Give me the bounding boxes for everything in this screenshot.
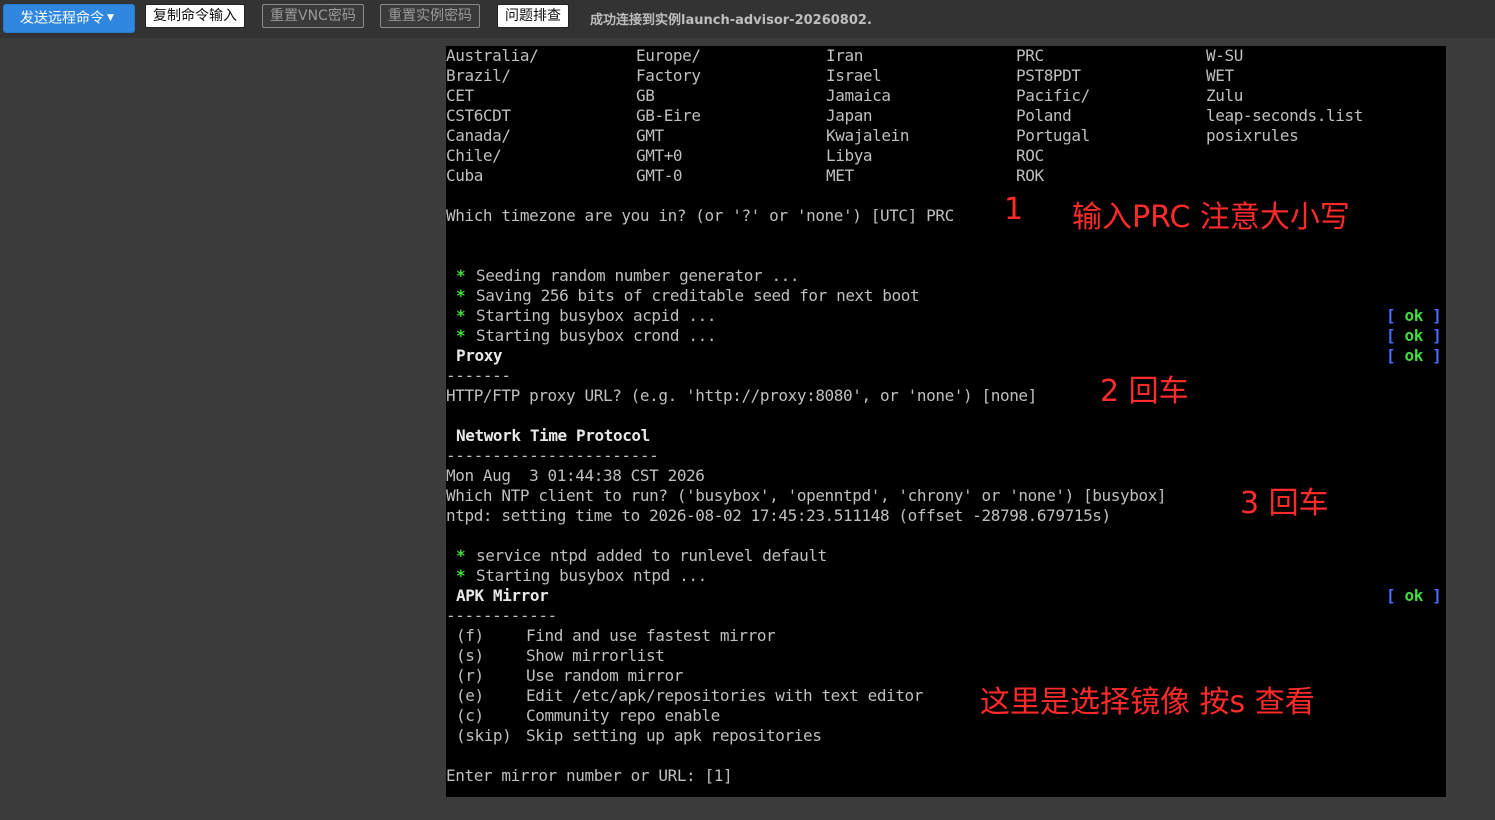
toolbar: 发送远程命令 ▼ 复制命令输入 重置VNC密码 重置实例密码 问题排查 成功连接到… [0, 0, 1495, 38]
ok-word: ok [1404, 346, 1423, 365]
timezone-cell: W-SU [1206, 46, 1243, 65]
proxy-rule: ------- [446, 366, 511, 385]
seed-line: * Seeding random number generator ... [446, 246, 800, 285]
proxy-prompt: HTTP/FTP proxy URL? (e.g. 'http://proxy:… [446, 386, 1037, 405]
troubleshoot-button[interactable]: 问题排查 [497, 4, 569, 28]
ok-word: ok [1404, 586, 1423, 605]
timezone-cell: leap-seconds.list [1206, 106, 1363, 125]
ntp-title: Network Time Protocol [456, 426, 650, 445]
copy-command-input-button[interactable]: 复制命令输入 [145, 4, 245, 28]
send-remote-command-label: 发送远程命令 [20, 10, 104, 27]
annotation-step1: 输入PRC 注意大小写 [1072, 200, 1350, 235]
crond-text: Starting busybox crond ... [476, 326, 717, 345]
timezone-cell: Pacific/ [1016, 86, 1090, 105]
timezone-cell: Cuba [446, 166, 483, 185]
status-star: * [456, 326, 466, 345]
ok-status: [ ok ] [1386, 586, 1442, 606]
send-remote-command-button[interactable]: 发送远程命令 ▼ [3, 4, 135, 33]
ntp-prompt: Which NTP client to run? ('busybox', 'op… [446, 486, 1167, 505]
apk-mirror-rule: ------------ [446, 606, 557, 625]
ok-open-bracket: [ [1386, 326, 1396, 345]
mirror-option-key: (r) [456, 666, 484, 685]
connection-status: 成功连接到实例launch-advisor-20260802. [590, 13, 872, 28]
ok-close-bracket: ] [1432, 326, 1442, 345]
mirror-option-key: (s) [456, 646, 484, 665]
ntpd-start-line: * Starting busybox ntpd ... [ ok ] [446, 546, 1446, 605]
timezone-cell: CET [446, 86, 474, 105]
timezone-cell: MET [826, 166, 854, 185]
timezone-cell: Libya [826, 146, 873, 165]
mirror-prompt: Enter mirror number or URL: [1] [446, 766, 733, 785]
ntp-rule: ----------------------- [446, 446, 659, 465]
timezone-cell: Jamaica [826, 86, 891, 105]
timezone-cell: GB-Eire [636, 106, 701, 125]
mirror-option-text: Show mirrorlist [526, 646, 665, 665]
ok-word: ok [1404, 326, 1423, 345]
ok-status: [ ok ] [1386, 326, 1442, 346]
timezone-cell: Brazil/ [446, 66, 511, 85]
seed-save-line: * Saving 256 bits of creditable seed for … [446, 266, 1446, 325]
mirror-option-key: (f) [456, 626, 484, 645]
ok-open-bracket: [ [1386, 346, 1396, 365]
ntpd-added-line: * service ntpd added to runlevel default [446, 526, 827, 565]
mirror-option-key: (c) [456, 706, 484, 725]
timezone-cell: GMT+0 [636, 146, 683, 165]
mirror-option-key: (skip) [456, 726, 512, 745]
annotation-step3: 3 回车 [1240, 486, 1329, 521]
timezone-cell: Factory [636, 66, 701, 85]
timezone-prompt: Which timezone are you in? (or '?' or 'n… [446, 206, 954, 225]
timezone-cell: Japan [826, 106, 873, 125]
ntpd-time-line: ntpd: setting time to 2026-08-02 17:45:2… [446, 506, 1111, 525]
mirror-option-text: Community repo enable [526, 706, 720, 725]
timezone-cell: Kwajalein [826, 126, 910, 145]
proxy-title: Proxy [456, 346, 503, 365]
ok-close-bracket: ] [1432, 346, 1442, 365]
annotation-step4: 这里是选择镜像 按s 查看 [980, 685, 1315, 720]
mirror-option-text: Find and use fastest mirror [526, 626, 776, 645]
ok-close-bracket: ] [1432, 586, 1442, 605]
caret-down-icon: ▼ [107, 13, 114, 23]
timezone-cell: Israel [826, 66, 882, 85]
reset-instance-password-button[interactable]: 重置实例密码 [380, 4, 480, 28]
timezone-cell: Canada/ [446, 126, 511, 145]
crond-line: * Starting busybox crond ... [ ok ] [446, 306, 1446, 365]
timezone-cell: Europe/ [636, 46, 701, 65]
apk-mirror-title: APK Mirror [456, 586, 549, 605]
timezone-cell: GMT-0 [636, 166, 683, 185]
timezone-cell: Iran [826, 46, 863, 65]
mirror-option-text: Edit /etc/apk/repositories with text edi… [526, 686, 924, 705]
timezone-cell: posixrules [1206, 126, 1299, 145]
timezone-cell: Poland [1016, 106, 1072, 125]
timezone-cell: CST6CDT [446, 106, 511, 125]
ok-open-bracket: [ [1386, 586, 1396, 605]
annotation-step1-number: 1 [1004, 192, 1024, 227]
annotation-step2: 2 回车 [1100, 374, 1189, 409]
timezone-cell: Zulu [1206, 86, 1243, 105]
timezone-cell: WET [1206, 66, 1234, 85]
timezone-cell: ROC [1016, 146, 1044, 165]
timezone-cell: Australia/ [446, 46, 539, 65]
timezone-cell: PST8PDT [1016, 66, 1081, 85]
timezone-cell: Portugal [1016, 126, 1090, 145]
timezone-cell: ROK [1016, 166, 1044, 185]
timezone-cell: Chile/ [446, 146, 502, 165]
ntpd-start-text: Starting busybox ntpd ... [476, 566, 707, 585]
ok-status: [ ok ] [1386, 346, 1442, 366]
mirror-option-text: Skip setting up apk repositories [526, 726, 822, 745]
mirror-option-key: (e) [456, 686, 484, 705]
timezone-cell: GMT [636, 126, 664, 145]
timezone-cell: GB [636, 86, 655, 105]
timezone-cell: PRC [1016, 46, 1044, 65]
status-star: * [456, 566, 466, 585]
mirror-option-text: Use random mirror [526, 666, 683, 685]
reset-vnc-password-button[interactable]: 重置VNC密码 [262, 4, 364, 28]
acpid-line: * Starting busybox acpid ... [ ok ] [446, 286, 1446, 345]
date-line: Mon Aug 3 01:44:38 CST 2026 [446, 466, 705, 485]
